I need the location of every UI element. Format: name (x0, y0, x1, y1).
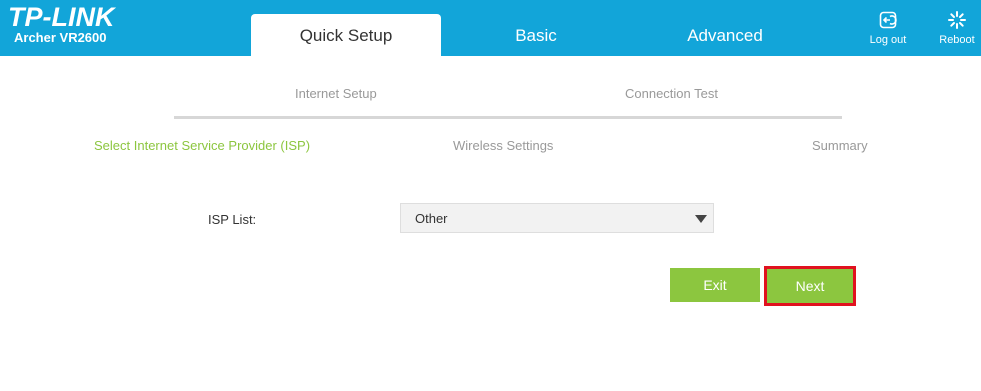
reboot-button[interactable]: Reboot (930, 10, 981, 46)
tp-link-logo: TP-LINK (8, 2, 115, 32)
tab-advanced[interactable]: Advanced (630, 14, 820, 56)
step-connection-test: Connection Test (625, 86, 718, 101)
chevron-down-icon (695, 215, 707, 223)
next-button[interactable]: Next (764, 266, 856, 306)
logout-label: Log out (869, 34, 907, 46)
model-name: Archer VR2600 (14, 30, 107, 45)
reboot-icon (948, 11, 966, 29)
step-progress-divider (174, 116, 842, 119)
logout-button[interactable]: Log out (861, 10, 915, 46)
exit-button[interactable]: Exit (670, 268, 760, 302)
logout-icon (879, 11, 897, 29)
isp-selected-value: Other (415, 211, 448, 226)
substep-wireless-settings: Wireless Settings (453, 138, 554, 153)
substep-select-isp: Select Internet Service Provider (ISP) (94, 138, 311, 153)
tab-quick-setup[interactable]: Quick Setup (251, 14, 441, 56)
step-internet-setup: Internet Setup (295, 86, 377, 101)
substep-summary: Summary (812, 138, 868, 153)
top-header: TP-LINK Archer VR2600 Quick Setup Basic … (0, 0, 981, 56)
reboot-label: Reboot (939, 34, 975, 46)
tab-basic[interactable]: Basic (441, 14, 631, 56)
isp-list-select[interactable]: Other (400, 203, 714, 233)
brand: TP-LINK Archer VR2600 (8, 4, 114, 46)
isp-list-label: ISP List: (208, 212, 257, 227)
